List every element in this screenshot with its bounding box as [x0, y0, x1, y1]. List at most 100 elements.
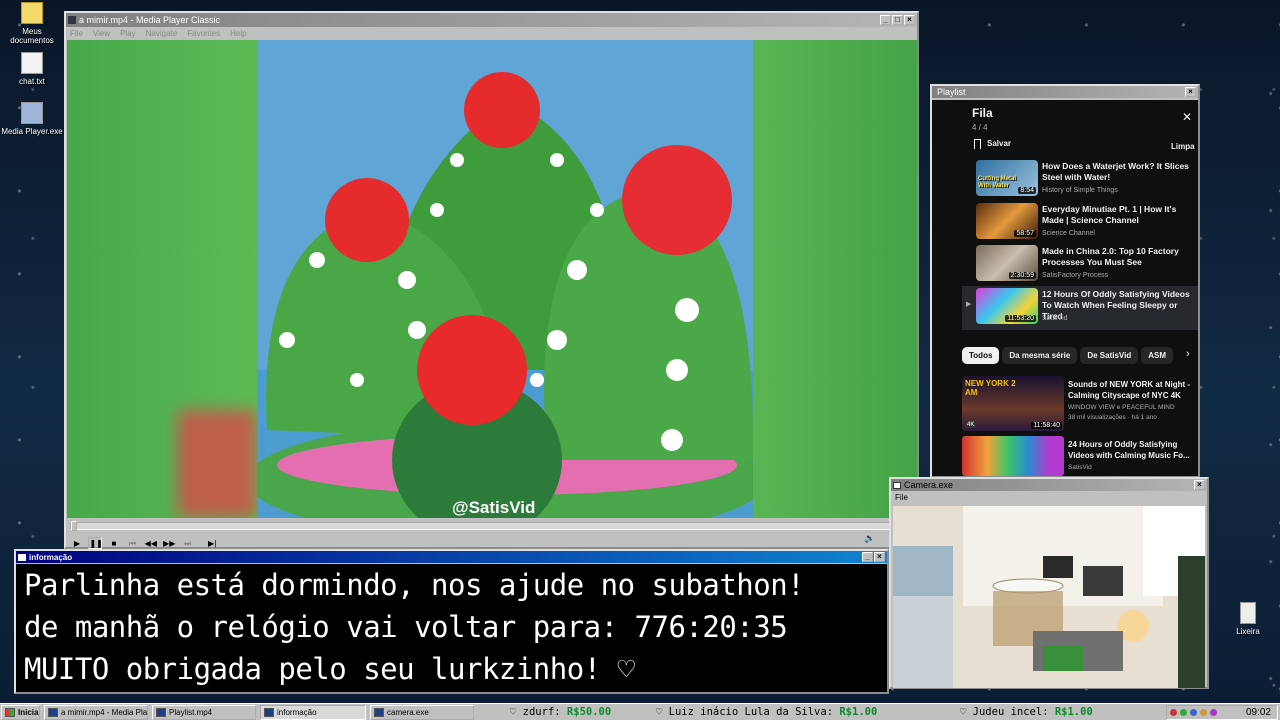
save-button[interactable]: Salvar — [974, 139, 1011, 149]
heart-icon: ♡ — [656, 706, 663, 718]
donation-amount: R$1.00 — [1054, 706, 1093, 718]
chip-same-series[interactable]: Da mesma série — [1002, 347, 1078, 364]
maximize-button[interactable]: □ — [892, 15, 903, 25]
camera-feed — [893, 506, 1205, 688]
queue-item[interactable]: Cutting Metal With Water 8:54 How Does a… — [976, 160, 1194, 200]
menu-file[interactable]: File — [895, 493, 908, 502]
task-label: a mimir.mp4 - Media Player... — [61, 708, 148, 717]
tray-icon[interactable] — [1170, 709, 1177, 716]
pause-icon[interactable]: ❚❚ — [88, 537, 103, 549]
donation-amount: R$1.00 — [839, 706, 878, 718]
duration-badge: 2:30:59 — [1008, 272, 1036, 279]
menu-help[interactable]: Help — [230, 29, 246, 38]
donor-name: zdurf: — [522, 706, 561, 718]
recommended-item[interactable]: NEW YORK 2 AM 4K 11:58:40 Sounds of NEW … — [962, 376, 1198, 434]
channel-name: SatisVid — [1068, 464, 1092, 471]
menu-favorites[interactable]: Favorites — [187, 29, 220, 38]
chevron-right-icon[interactable]: › — [1186, 348, 1190, 360]
heart-icon: ♡ — [510, 706, 517, 718]
media-player-icon — [48, 708, 58, 717]
windows-logo-icon — [5, 708, 15, 717]
info-window-icon — [264, 708, 274, 717]
menu-file[interactable]: File — [70, 29, 83, 38]
tray-icon[interactable] — [1180, 709, 1187, 716]
tray-icon[interactable] — [1210, 709, 1217, 716]
video-blur-left-red — [177, 410, 257, 518]
ticker-entry: ♡ Judeu incel: R$1.00 — [960, 706, 1093, 718]
window-title: Playlist — [937, 87, 966, 97]
clear-button[interactable]: Limpa — [1171, 142, 1195, 151]
menu-navigate[interactable]: Navigate — [146, 29, 178, 38]
folder-icon — [21, 2, 43, 24]
media-player-icon — [21, 102, 43, 124]
chip-from-channel[interactable]: De SatisVid — [1080, 347, 1139, 364]
desktop-icon-recycle-bin[interactable]: Lixeira — [1216, 602, 1280, 636]
video-watermark: @SatisVid — [452, 498, 536, 517]
info-titlebar[interactable]: informação _ × — [16, 551, 887, 563]
info-line: MUITO obrigada pelo seu lurkzinho! ♡ — [24, 652, 635, 686]
thumbnail-caption: Cutting Metal With Water — [978, 176, 1016, 189]
camera-window: Camera.exe × File — [889, 477, 1209, 689]
media-player-titlebar[interactable]: a mimir.mp4 - Media Player Classic _ □ × — [66, 13, 917, 27]
task-camera[interactable]: camera.exe — [370, 705, 474, 720]
donation-ticker: ♡ zdurf: R$50.00 ♡ Luiz inácio Lula da S… — [480, 704, 1166, 720]
playlist-icon — [156, 708, 166, 717]
start-button[interactable]: Iniciar — [1, 705, 40, 720]
task-playlist[interactable]: Playlist.mp4 — [152, 705, 256, 720]
playlist-window: Playlist × Fila 4 / 4 ✕ Salvar Limpa Cut… — [930, 84, 1200, 478]
minimize-button[interactable]: _ — [880, 15, 891, 25]
quality-badge: 4K — [965, 422, 977, 428]
camera-titlebar[interactable]: Camera.exe × — [891, 479, 1207, 491]
thumbnail-caption: NEW YORK 2 AM — [965, 379, 1016, 397]
channel-name: Science Channel — [1042, 230, 1095, 237]
window-title: informação — [29, 552, 73, 562]
clock[interactable]: 09:02 — [1246, 707, 1271, 718]
chip-asmr[interactable]: ASM — [1141, 347, 1173, 364]
seek-handle[interactable] — [71, 521, 77, 531]
tray-icon[interactable] — [1190, 709, 1197, 716]
close-button[interactable]: × — [1194, 480, 1205, 490]
queue-item[interactable]: 2:30:59 Made in China 2.0: Top 10 Factor… — [976, 245, 1194, 285]
menu-view[interactable]: View — [93, 29, 110, 38]
start-label: Iniciar — [18, 708, 40, 717]
desktop-icon-my-documents[interactable]: Meus documentos — [0, 2, 64, 45]
close-icon[interactable]: ✕ — [1182, 110, 1192, 124]
task-media-player[interactable]: a mimir.mp4 - Media Player... — [44, 705, 148, 720]
queue-count: 4 / 4 — [972, 123, 988, 132]
app-icon — [18, 553, 26, 561]
duration-badge: 58:57 — [1014, 230, 1036, 237]
close-button[interactable]: × — [874, 552, 885, 562]
recycle-bin-icon — [1240, 602, 1256, 624]
recommended-item[interactable]: 24 Hours of Oddly Satisfying Videos with… — [962, 436, 1198, 476]
video-thumbnail: 58:57 — [976, 203, 1038, 239]
app-icon — [893, 481, 901, 489]
video-thumbnail: 11:53:20 — [976, 288, 1038, 324]
desktop-icon-chat-txt[interactable]: chat.txt — [0, 52, 64, 86]
queue-header: Fila — [972, 106, 993, 120]
window-title: a mimir.mp4 - Media Player Classic — [79, 15, 221, 25]
video-frame[interactable]: @SatisVid — [67, 40, 917, 518]
menu-play[interactable]: Play — [120, 29, 136, 38]
duration-badge: 8:54 — [1018, 187, 1036, 194]
close-button[interactable]: × — [1185, 87, 1196, 97]
playlist-titlebar[interactable]: Playlist × — [932, 86, 1198, 98]
desktop-icon-label: chat.txt — [19, 77, 45, 86]
close-button[interactable]: × — [904, 15, 915, 25]
volume-icon[interactable]: 🔈 — [864, 533, 875, 544]
queue-item-active[interactable]: ▶ 11:53:20 12 Hours Of Oddly Satisfying … — [962, 286, 1198, 330]
duration-badge: 11:53:20 — [1005, 315, 1036, 322]
minimize-button[interactable]: _ — [862, 552, 873, 562]
donation-amount: R$50.00 — [566, 706, 612, 718]
queue-item[interactable]: 58:57 Everyday Minutiae Pt. 1 | How It's… — [976, 203, 1194, 243]
tray-icon[interactable] — [1200, 709, 1207, 716]
heart-icon: ♡ — [960, 706, 967, 718]
desktop-icon-media-player[interactable]: Media Player.exe — [0, 102, 64, 136]
text-file-icon — [21, 52, 43, 74]
seek-bar[interactable] — [70, 521, 910, 531]
task-info[interactable]: informação — [260, 705, 366, 720]
chip-all[interactable]: Todos — [962, 347, 1000, 364]
room-scene — [893, 506, 1205, 688]
camera-menu-bar: File — [891, 491, 1207, 503]
channel-name: SatisVid — [1042, 315, 1068, 322]
camera-icon — [374, 708, 384, 717]
